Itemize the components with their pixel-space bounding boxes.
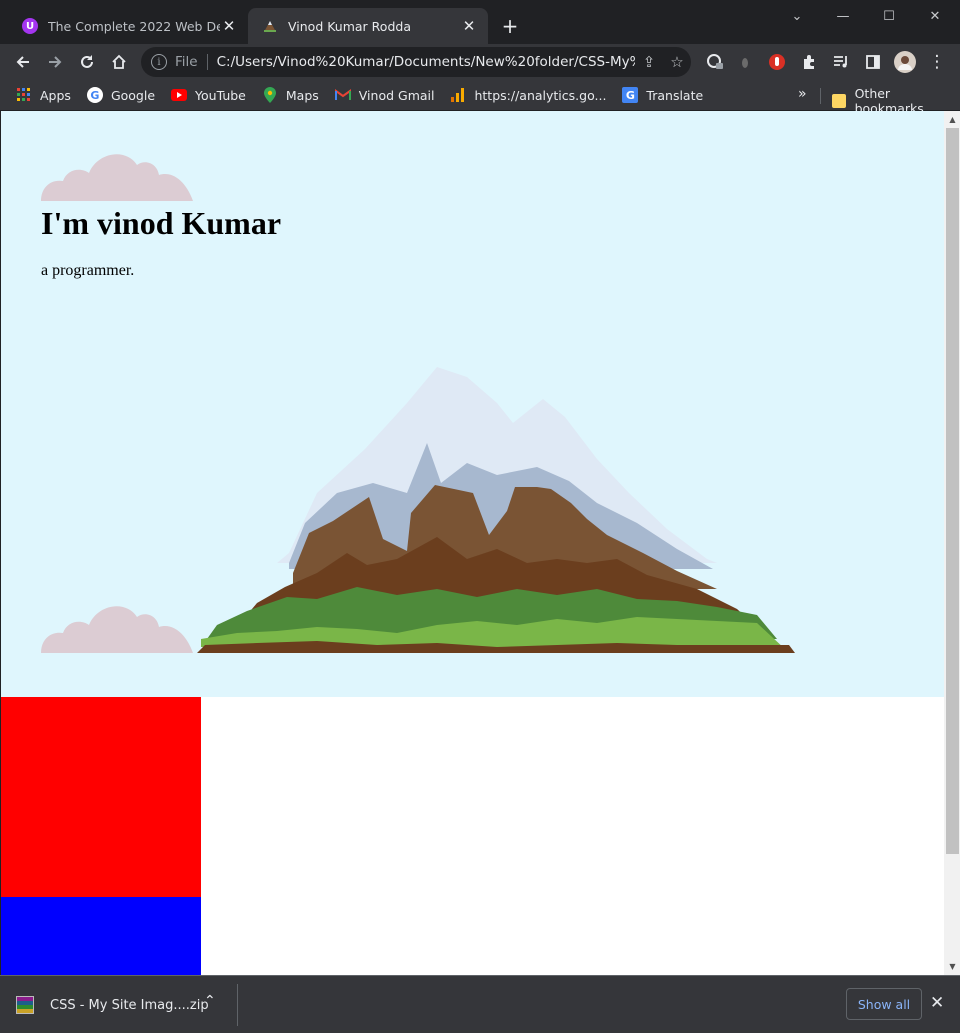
page-subtitle: a programmer.	[41, 262, 135, 279]
vertical-scrollbar[interactable]: ▲ ▼	[944, 111, 960, 975]
youtube-icon	[171, 87, 188, 103]
media-queue-icon[interactable]	[826, 47, 856, 77]
google-icon: G	[86, 87, 103, 103]
gmail-icon	[334, 87, 351, 103]
bookmark-translate[interactable]: G Translate	[622, 87, 703, 103]
cloud-image	[41, 606, 193, 653]
side-panel-icon[interactable]	[858, 47, 888, 77]
page-viewport: I'm vinod Kumar a programmer. ▲ ▼	[0, 111, 960, 975]
tab-title: The Complete 2022 Web Developer	[48, 18, 220, 34]
maximize-button[interactable]: ☐	[866, 4, 912, 28]
download-filename: CSS - My Site Imag....zip	[50, 997, 209, 1013]
profile-avatar[interactable]	[890, 47, 920, 77]
bookmark-label: Google	[110, 87, 156, 103]
extension-icon[interactable]	[700, 47, 730, 77]
scroll-down-arrow-icon[interactable]: ▼	[944, 958, 960, 975]
extensions-puzzle-icon[interactable]	[794, 47, 824, 77]
extension-dot-icon[interactable]	[730, 47, 760, 77]
apps-grid-icon	[16, 87, 32, 103]
minimize-button[interactable]: —	[820, 4, 866, 28]
home-button[interactable]	[104, 47, 134, 77]
bookmarks-overflow-icon[interactable]: »	[798, 86, 807, 102]
translate-icon: G	[622, 87, 639, 103]
scroll-up-arrow-icon[interactable]: ▲	[944, 111, 960, 128]
bookmark-label: YouTube	[195, 87, 246, 103]
tab-vinod-kumar-rodda[interactable]: Vinod Kumar Rodda ✕	[248, 8, 488, 44]
back-button[interactable]	[8, 47, 38, 77]
cloud-image	[41, 154, 193, 201]
browser-toolbar: i File C:/Users/Vinod%20Kumar/Documents/…	[0, 44, 960, 80]
zip-archive-icon	[16, 996, 34, 1014]
download-item[interactable]: CSS - My Site Imag....zip	[16, 988, 209, 1022]
show-all-button[interactable]: Show all	[846, 988, 922, 1020]
bookmark-google[interactable]: G Google	[86, 87, 156, 103]
bookmarks-bar: Apps G Google YouTube Maps Vinod Gmail h…	[0, 80, 960, 116]
download-shelf: CSS - My Site Imag....zip ⌃ Show all ✕	[0, 975, 960, 1033]
bookmark-analytics[interactable]: https://analytics.go...	[450, 87, 606, 103]
bookmark-vinod-gmail[interactable]: Vinod Gmail	[334, 87, 435, 103]
tab-title: Vinod Kumar Rodda	[288, 18, 411, 34]
maps-pin-icon	[262, 87, 278, 103]
browser-menu-icon[interactable]: ⋮	[922, 47, 952, 77]
bookmark-label: Maps	[285, 87, 319, 103]
analytics-icon	[450, 87, 466, 103]
mountain-icon	[262, 18, 278, 34]
url-scheme: File	[175, 54, 198, 70]
reload-button[interactable]	[72, 47, 102, 77]
bookmark-star-icon[interactable]: ☆	[663, 53, 691, 71]
folder-icon	[832, 94, 846, 108]
close-icon[interactable]: ✕	[220, 17, 238, 35]
red-box	[1, 697, 201, 897]
forward-button[interactable]	[40, 47, 70, 77]
divider	[206, 54, 208, 70]
close-window-button[interactable]: ✕	[912, 4, 958, 28]
share-icon[interactable]: ⇪	[635, 53, 663, 71]
adblock-icon[interactable]	[762, 47, 792, 77]
udemy-icon: U	[22, 18, 38, 34]
bookmark-label: Apps	[40, 87, 71, 103]
bookmark-label: Translate	[646, 87, 704, 103]
chevron-up-icon[interactable]: ⌃	[204, 993, 216, 1009]
blue-box	[1, 897, 201, 975]
hero-section: I'm vinod Kumar a programmer.	[1, 111, 944, 697]
tab-search-chevron-icon[interactable]: ⌄	[774, 4, 820, 28]
page-title: I'm vinod Kumar	[41, 205, 282, 241]
mountain-image	[197, 367, 795, 653]
bookmark-youtube[interactable]: YouTube	[171, 87, 246, 103]
info-icon[interactable]: i	[151, 54, 167, 70]
address-bar[interactable]: i File C:/Users/Vinod%20Kumar/Documents/…	[141, 47, 691, 77]
new-tab-button[interactable]: +	[498, 14, 522, 38]
bookmark-maps[interactable]: Maps	[262, 87, 319, 103]
divider	[820, 88, 821, 104]
tab-strip: U The Complete 2022 Web Developer ✕ Vino…	[0, 0, 960, 44]
tab-udemy-course[interactable]: U The Complete 2022 Web Developer ✕	[8, 8, 248, 44]
url-text[interactable]: C:/Users/Vinod%20Kumar/Documents/New%20f…	[217, 54, 635, 70]
close-icon[interactable]: ✕	[930, 993, 944, 1013]
bookmark-label: https://analytics.go...	[474, 87, 607, 103]
bookmark-label: Vinod Gmail	[358, 87, 435, 103]
divider	[237, 984, 238, 1026]
close-icon[interactable]: ✕	[460, 17, 478, 35]
bookmark-apps[interactable]: Apps	[16, 87, 71, 103]
scrollbar-thumb[interactable]	[946, 128, 959, 854]
